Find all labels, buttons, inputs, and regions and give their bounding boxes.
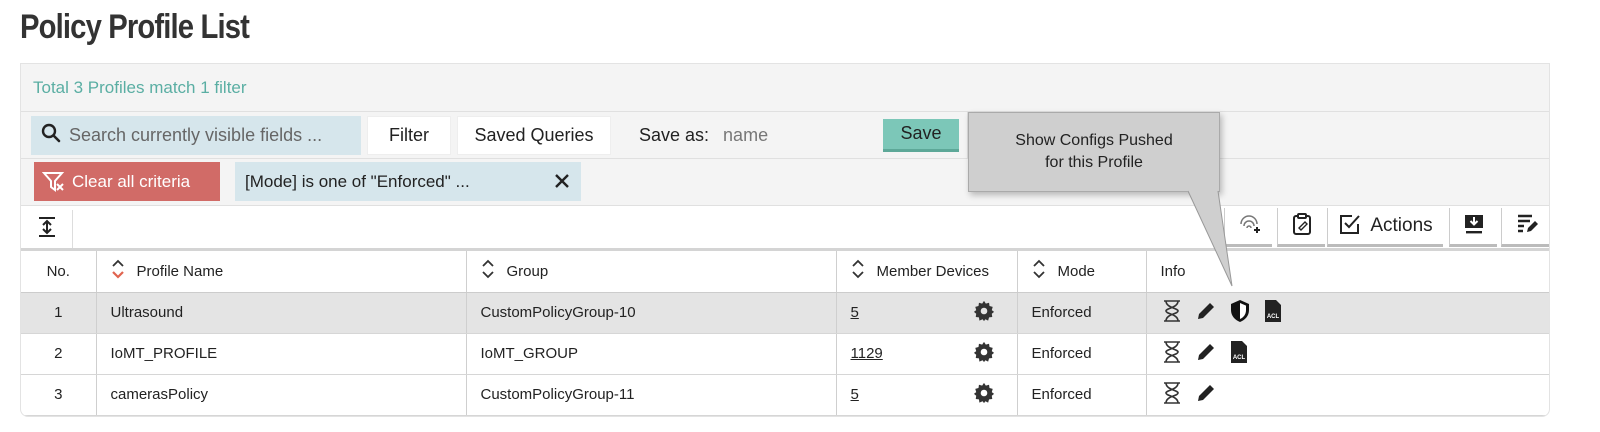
filter-criteria-bar: Clear all criteria [Mode] is one of "Enf… — [21, 159, 1549, 206]
criteria-text: [Mode] is one of "Enforced" ... — [245, 171, 470, 191]
sort-icon[interactable] — [851, 258, 865, 284]
search-bar: Filter Saved Queries Save as: Save — [21, 111, 1549, 159]
cell-mode: Enforced — [1017, 374, 1147, 416]
svg-text:ACL: ACL — [1232, 355, 1245, 361]
sort-icon[interactable] — [481, 258, 495, 284]
table-row[interactable]: 3 camerasPolicy CustomPolicyGroup-11 5 E… — [21, 374, 1549, 416]
table-toolbar: Actions — [21, 206, 1549, 251]
table-row[interactable]: 1 Ultrasound CustomPolicyGroup-10 5 Enfo… — [21, 292, 1549, 334]
svg-text:ACL: ACL — [1266, 314, 1279, 320]
shield-icon[interactable] — [1229, 299, 1251, 327]
pencil-icon[interactable] — [1195, 341, 1217, 367]
tooltip-line-2: for this Profile — [1045, 154, 1143, 171]
cell-group: IoMT_GROUP — [466, 333, 837, 375]
save-as-name-input[interactable] — [723, 124, 884, 146]
cell-no: 1 — [21, 292, 97, 334]
cell-mode: Enforced — [1017, 292, 1147, 334]
export-button[interactable] — [1449, 208, 1497, 247]
column-header-no: No. — [21, 251, 97, 293]
cell-member-devices: 1129 — [836, 333, 1018, 375]
acl-file-icon[interactable]: ACL — [1229, 340, 1249, 368]
table-header-row: No. Profile Name Group Member Devices Mo… — [21, 251, 1549, 293]
filter-clear-icon — [41, 170, 66, 194]
column-header-group[interactable]: Group — [466, 251, 837, 293]
column-header-label: Member Devices — [876, 262, 990, 280]
fingerprint-add-icon — [1237, 212, 1261, 241]
cell-no: 2 — [21, 333, 97, 375]
edit-list-icon — [1515, 212, 1539, 241]
expand-rows-button[interactable] — [21, 210, 73, 248]
save-as-label: Save as: — [639, 124, 710, 145]
cell-info: ACL — [1146, 333, 1549, 375]
cell-profile-name[interactable]: Ultrasound — [96, 292, 467, 334]
column-header-label: Mode — [1057, 262, 1096, 280]
cell-mode: Enforced — [1017, 333, 1147, 375]
cell-no: 3 — [21, 374, 97, 416]
search-box[interactable] — [31, 115, 361, 155]
sort-desc-icon[interactable] — [111, 258, 125, 284]
cell-member-devices: 5 — [836, 292, 1018, 334]
column-header-mode[interactable]: Mode — [1017, 251, 1147, 293]
clear-all-criteria-label: Clear all criteria — [72, 171, 191, 191]
search-input[interactable] — [69, 124, 349, 146]
profile-table: No. Profile Name Group Member Devices Mo… — [21, 251, 1549, 416]
show-configs-tooltip: Show Configs Pushed for this Profile — [968, 112, 1220, 192]
table-row[interactable]: 2 IoMT_PROFILE IoMT_GROUP 1129 Enforced — [21, 333, 1549, 375]
column-header-label: Group — [506, 262, 549, 280]
expand-vertical-icon — [37, 216, 57, 243]
cell-info — [1146, 374, 1549, 416]
search-icon — [41, 123, 61, 148]
hourglass-icon[interactable] — [1161, 340, 1183, 368]
checkbox-edit-icon — [1338, 212, 1362, 241]
member-devices-link[interactable]: 5 — [851, 304, 859, 321]
filter-button[interactable]: Filter — [367, 115, 451, 155]
cell-group: CustomPolicyGroup-10 — [466, 292, 837, 334]
cell-group: CustomPolicyGroup-11 — [466, 374, 837, 416]
column-header-member-devices[interactable]: Member Devices — [836, 251, 1018, 293]
sort-icon[interactable] — [1032, 258, 1046, 284]
member-devices-link[interactable]: 5 — [851, 386, 859, 403]
download-monitor-icon — [1462, 212, 1486, 241]
profile-list-panel: Total 3 Profiles match 1 filter Filter S… — [20, 63, 1550, 417]
clear-all-criteria-button[interactable]: Clear all criteria — [34, 162, 220, 201]
results-summary: Total 3 Profiles match 1 filter — [21, 64, 1549, 112]
cell-info: ACL — [1146, 292, 1549, 334]
member-devices-link[interactable]: 1129 — [851, 345, 883, 362]
column-header-profile-name[interactable]: Profile Name — [96, 251, 467, 293]
tooltip-line-1: Show Configs Pushed — [1015, 132, 1173, 149]
close-icon[interactable] — [553, 168, 571, 196]
hourglass-icon[interactable] — [1161, 299, 1183, 327]
edit-columns-button[interactable] — [1501, 208, 1549, 247]
page-title: Policy Profile List — [20, 8, 250, 46]
cell-profile-name[interactable]: camerasPolicy — [96, 374, 467, 416]
pencil-icon[interactable] — [1195, 300, 1217, 326]
actions-label: Actions — [1370, 215, 1433, 236]
saved-queries-button[interactable]: Saved Queries — [457, 115, 611, 155]
clipboard-icon — [1291, 212, 1313, 241]
clipboard-config-button[interactable] — [1277, 208, 1325, 247]
acl-file-icon[interactable]: ACL — [1263, 299, 1283, 327]
tooltip-pointer — [1188, 190, 1233, 287]
save-query-button[interactable]: Save — [883, 118, 960, 152]
cell-profile-name[interactable]: IoMT_PROFILE — [96, 333, 467, 375]
criteria-chip[interactable]: [Mode] is one of "Enforced" ... — [235, 162, 581, 201]
hourglass-icon[interactable] — [1161, 381, 1183, 409]
gear-icon[interactable] — [973, 300, 995, 326]
gear-icon[interactable] — [973, 341, 995, 367]
cell-member-devices: 5 — [836, 374, 1018, 416]
gear-icon[interactable] — [973, 382, 995, 408]
actions-button[interactable]: Actions — [1327, 208, 1443, 247]
column-header-label: Profile Name — [136, 262, 224, 280]
pencil-icon[interactable] — [1195, 382, 1217, 408]
